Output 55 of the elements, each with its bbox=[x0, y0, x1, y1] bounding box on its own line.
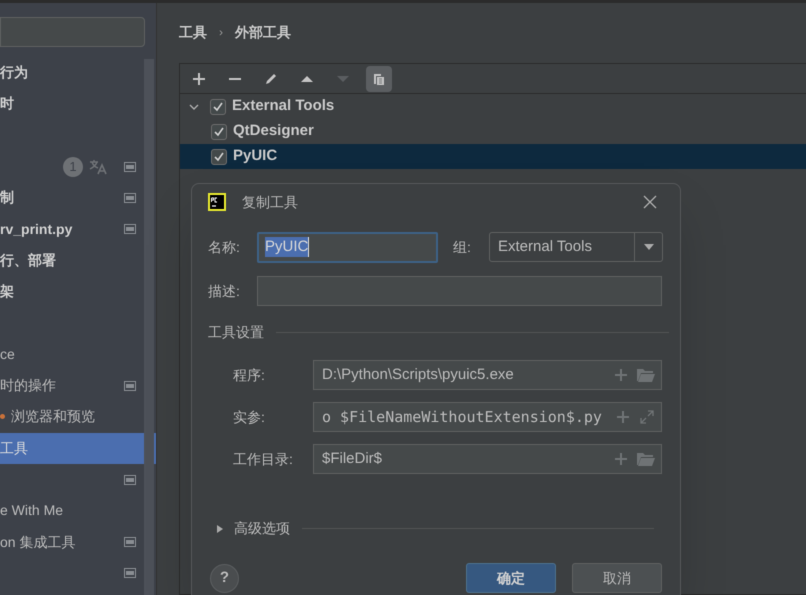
settings-scope-icon bbox=[124, 474, 136, 484]
name-input[interactable]: PyUIC bbox=[257, 232, 438, 262]
close-icon[interactable] bbox=[642, 194, 658, 210]
sidebar-item[interactable]: 浏览器和预览 bbox=[11, 406, 95, 428]
settings-scope-icon bbox=[124, 224, 136, 234]
sidebar-item[interactable]: 架 bbox=[0, 281, 14, 302]
checkbox[interactable] bbox=[210, 98, 226, 114]
group-dropdown[interactable]: External Tools bbox=[489, 232, 663, 262]
settings-scope-icon bbox=[124, 192, 136, 203]
field-label: 程序: bbox=[233, 366, 266, 384]
settings-scope-icon bbox=[124, 568, 136, 578]
selected-text: PyUIC bbox=[265, 237, 310, 257]
sidebar-item[interactable]: rv_print.py bbox=[0, 218, 72, 240]
help-button[interactable]: ? bbox=[210, 564, 239, 592]
tree-item[interactable]: External Tools bbox=[232, 95, 334, 118]
section-title[interactable]: 高级选项 bbox=[234, 518, 290, 539]
copy-icon[interactable] bbox=[366, 66, 392, 92]
field-label: 名称: bbox=[208, 238, 241, 256]
breadcrumb-item[interactable]: 工具 bbox=[179, 22, 207, 42]
description-input[interactable] bbox=[257, 276, 662, 306]
scrollbar[interactable] bbox=[144, 59, 154, 595]
checkmark-icon bbox=[212, 100, 224, 112]
checkmark-icon bbox=[213, 150, 225, 162]
ok-button[interactable]: 确定 bbox=[466, 563, 556, 593]
settings-scope-icon bbox=[124, 162, 136, 172]
triangle-right-icon[interactable] bbox=[216, 524, 224, 532]
sidebar-item[interactable]: ce bbox=[0, 344, 15, 365]
search-field[interactable] bbox=[0, 17, 145, 47]
checkmark-icon bbox=[213, 126, 225, 138]
checkbox[interactable] bbox=[211, 124, 227, 140]
sidebar-item[interactable]: e With Me bbox=[0, 500, 64, 522]
section-title: 工具设置 bbox=[208, 323, 264, 342]
sidebar-item[interactable]: 时的操作 bbox=[0, 375, 56, 396]
field-label: 组: bbox=[453, 238, 472, 256]
sidebar-item[interactable]: on 集成工具 bbox=[0, 532, 76, 553]
sidebar-item[interactable]: 行、部署 bbox=[0, 250, 56, 271]
tree-row-highlight[interactable]: PyUIC bbox=[180, 144, 806, 169]
checkbox[interactable] bbox=[211, 148, 227, 164]
field-label: 工作目录: bbox=[233, 450, 294, 468]
tree-item[interactable]: PyUIC bbox=[233, 145, 278, 168]
breadcrumb-item[interactable]: 外部工具 bbox=[235, 22, 291, 42]
sidebar-item[interactable]: 制 bbox=[0, 187, 14, 208]
field-label: 实参: bbox=[233, 408, 266, 426]
cancel-button[interactable]: 取消 bbox=[572, 563, 662, 593]
sidebar-item[interactable]: 时 bbox=[0, 93, 14, 114]
breadcrumb-separator: › bbox=[219, 24, 223, 41]
field-label: 描述: bbox=[208, 282, 241, 300]
app-logo-icon bbox=[208, 193, 226, 211]
tree-item[interactable]: QtDesigner bbox=[233, 120, 314, 143]
translate-icon bbox=[89, 158, 107, 175]
dialog-title: 复制工具 bbox=[242, 192, 298, 212]
sidebar-item[interactable]: 行为 bbox=[0, 62, 28, 84]
sidebar-item[interactable]: 工具 bbox=[0, 432, 156, 464]
settings-scope-icon bbox=[124, 380, 136, 391]
settings-scope-icon bbox=[124, 537, 136, 548]
